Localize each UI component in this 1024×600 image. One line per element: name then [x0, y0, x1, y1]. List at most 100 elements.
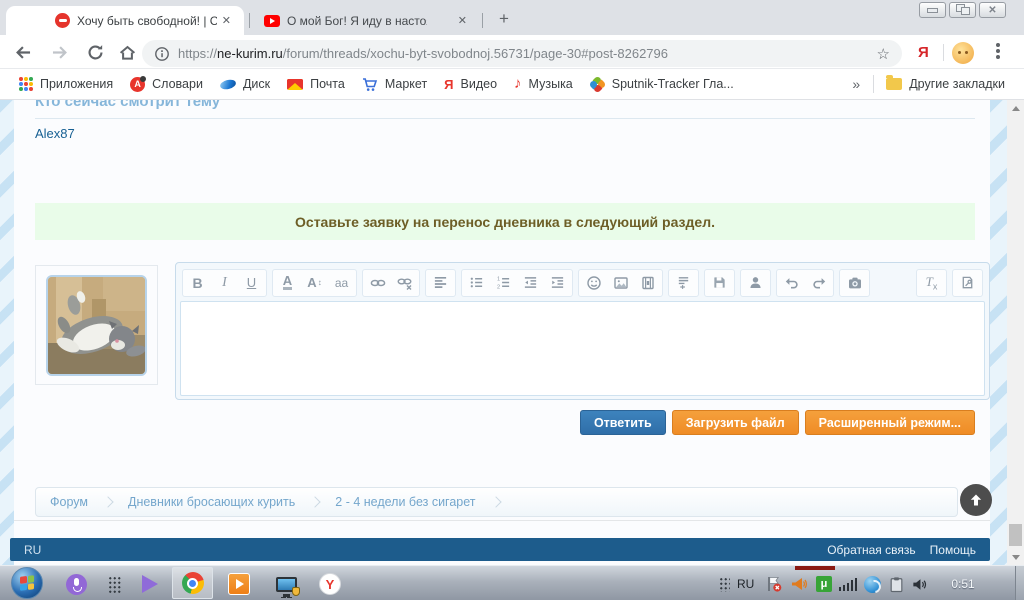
toolbar-group-bbcode [952, 269, 983, 297]
bookmark-music[interactable]: ♪ Музыка [509, 74, 578, 94]
taskbar-media-player-icon[interactable] [227, 572, 251, 596]
bookmark-mail[interactable]: Почта [282, 74, 350, 94]
profile-avatar[interactable] [952, 42, 974, 64]
bold-icon[interactable]: B [185, 271, 210, 295]
show-desktop-button[interactable] [1015, 566, 1024, 600]
yandex-extension-icon[interactable]: Я [918, 44, 929, 61]
taskbar-app-grid-icon[interactable] [102, 572, 126, 596]
insert-media-icon[interactable] [635, 271, 660, 295]
close-window-button[interactable]: ✕ [979, 2, 1006, 18]
unlink-icon[interactable] [392, 271, 417, 295]
page-scrollbar[interactable] [1007, 100, 1024, 565]
taskbar-kmplayer-icon[interactable] [138, 572, 162, 596]
taskbar-chrome-active[interactable] [172, 567, 213, 599]
taskbar-computer-icon[interactable] [274, 572, 298, 596]
insert-link-icon[interactable] [365, 271, 390, 295]
address-bar[interactable]: https://ne-kurim.ru/forum/threads/xochu-… [142, 40, 902, 67]
scrollbar-down-arrow[interactable] [1007, 549, 1024, 565]
user-avatar[interactable] [46, 275, 147, 376]
toolbar-separator [943, 44, 944, 61]
forward-icon[interactable] [50, 43, 69, 62]
font-size-icon[interactable]: A↕ [302, 271, 327, 295]
tab-forum[interactable]: Хочу быть свободной! | Страни ✕ [6, 6, 244, 35]
screen: Хочу быть свободной! | Страни ✕ О мой Бо… [0, 0, 1024, 600]
taskbar-clock[interactable]: 0:51 [938, 577, 988, 591]
scrollbar-thumb[interactable] [1009, 524, 1022, 546]
horn-volume-icon[interactable] [787, 572, 811, 596]
clipboard-icon[interactable] [884, 572, 908, 596]
close-tab-icon[interactable]: ✕ [455, 13, 470, 28]
minimize-button[interactable] [919, 2, 946, 18]
italic-icon[interactable]: I [212, 271, 237, 295]
restore-button[interactable] [949, 2, 976, 18]
taskbar-microphone-icon[interactable] [64, 572, 88, 596]
mention-user-icon[interactable] [743, 271, 768, 295]
reply-editor-area[interactable] [180, 301, 985, 396]
new-tab-button[interactable]: + [492, 8, 516, 32]
bookmark-label: Почта [310, 77, 345, 91]
cat-avatar-image [48, 277, 145, 374]
action-center-flag-icon[interactable] [762, 572, 786, 596]
text-alignment-icon[interactable] [428, 271, 453, 295]
bookmark-sputnik-tracker[interactable]: Sputnik-Tracker Гла... [585, 74, 739, 95]
bulleted-list-icon[interactable] [464, 271, 489, 295]
bookmark-star-icon[interactable]: ☆ [877, 45, 890, 63]
sync-swirl-icon[interactable] [860, 572, 884, 596]
upload-file-button[interactable]: Загрузить файл [672, 410, 799, 435]
toolbar-group-link [362, 269, 420, 297]
reply-button[interactable]: Ответить [580, 410, 666, 435]
footer-help-link[interactable]: Помощь [930, 543, 976, 557]
footer-feedback-link[interactable]: Обратная связь [827, 543, 915, 557]
advanced-mode-button[interactable]: Расширенный режим... [805, 410, 975, 435]
redo-icon[interactable] [806, 271, 831, 295]
numbered-list-icon[interactable]: 12 [491, 271, 516, 295]
scroll-to-top-button[interactable] [960, 484, 992, 516]
site-info-icon[interactable] [154, 46, 170, 62]
bookmark-dictionaries[interactable]: А Словари [125, 74, 208, 95]
taskbar-yandex-browser-icon[interactable]: Y [318, 572, 342, 596]
smilies-icon[interactable] [581, 271, 606, 295]
bookmark-apps[interactable]: Приложения [14, 74, 118, 94]
toolbar-group-quote [668, 269, 699, 297]
utorrent-icon[interactable]: μ [812, 572, 836, 596]
indent-icon[interactable] [545, 271, 570, 295]
network-signal-icon[interactable] [836, 572, 860, 596]
start-button[interactable] [11, 567, 43, 599]
bookmark-other-bookmarks[interactable]: Другие закладки [881, 74, 1010, 94]
bookmark-disk[interactable]: Диск [215, 74, 275, 94]
bookmark-market[interactable]: Маркет [357, 74, 432, 95]
undo-icon[interactable] [779, 271, 804, 295]
underline-icon[interactable]: U [239, 271, 264, 295]
screenshot-camera-icon[interactable] [842, 271, 867, 295]
breadcrumb-diaries[interactable]: Дневники бросающих курить [128, 495, 295, 509]
insert-image-icon[interactable] [608, 271, 633, 295]
save-draft-icon[interactable] [707, 271, 732, 295]
toolbar-group-list: 12 [461, 269, 573, 297]
breadcrumb-forum[interactable]: Форум [50, 495, 88, 509]
insert-quote-icon[interactable] [671, 271, 696, 295]
bbcode-editor-icon[interactable] [955, 271, 980, 295]
text-color-icon[interactable]: A [275, 271, 300, 295]
reload-icon[interactable] [86, 43, 105, 62]
speaker-icon[interactable] [907, 572, 931, 596]
close-tab-icon[interactable]: ✕ [219, 13, 234, 28]
bookmarks-overflow-icon[interactable]: » [846, 76, 866, 92]
language-indicator[interactable]: RU [737, 577, 754, 591]
tray-expand-icon[interactable] [712, 572, 736, 596]
folder-icon [886, 78, 902, 90]
breadcrumb-current-section[interactable]: 2 - 4 недели без сигарет [335, 495, 475, 509]
bookmark-label: Видео [461, 77, 498, 91]
footer-language[interactable]: RU [24, 543, 41, 557]
who-viewing-heading: Кто сейчас смотрит тему [35, 100, 220, 110]
tab-youtube[interactable]: О мой Бог! Я иду в настоящую ✕ [252, 6, 480, 35]
home-icon[interactable] [118, 43, 137, 62]
mail-icon [287, 79, 303, 90]
back-icon[interactable] [14, 43, 33, 62]
bookmark-video[interactable]: Я Видео [439, 74, 502, 95]
scrollbar-up-arrow[interactable] [1007, 100, 1024, 116]
browser-menu-icon[interactable] [996, 43, 1000, 47]
font-family-icon[interactable]: aa [329, 271, 354, 295]
viewing-user-link[interactable]: Alex87 [35, 126, 75, 141]
remove-formatting-icon[interactable]: Tx [919, 271, 944, 295]
outdent-icon[interactable] [518, 271, 543, 295]
